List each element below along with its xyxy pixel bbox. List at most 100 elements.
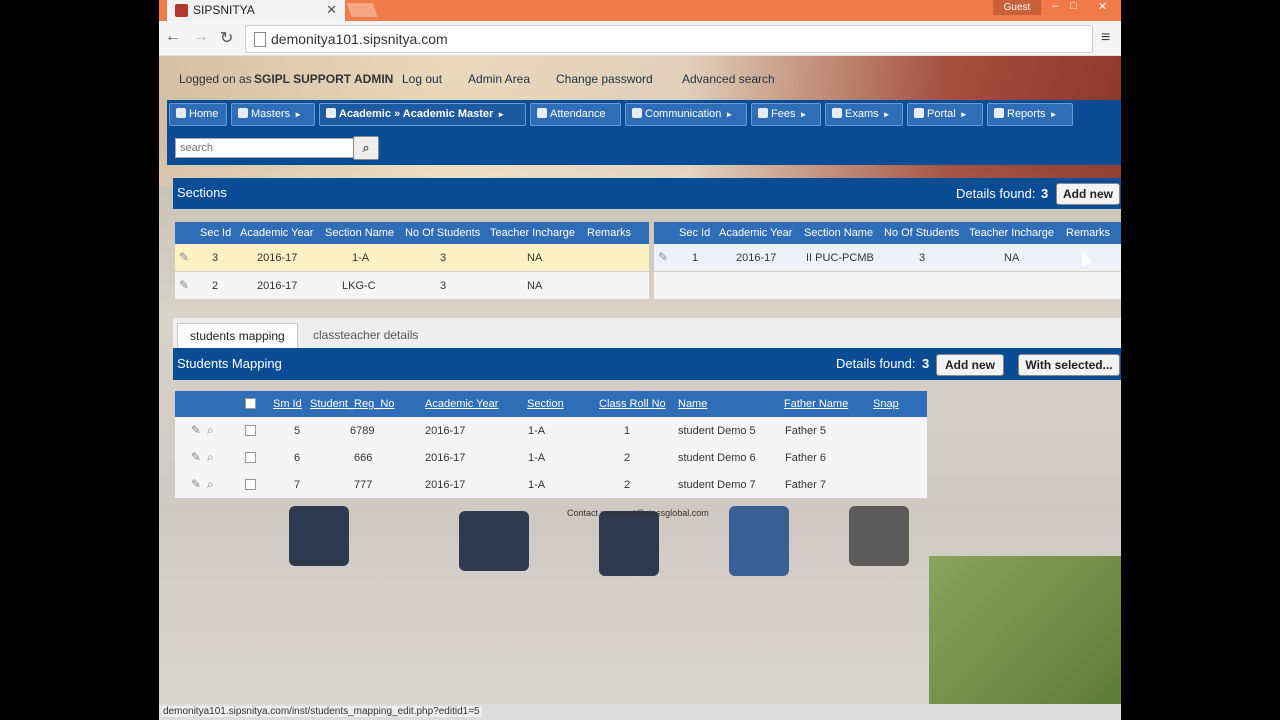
cell-teacher-incharge: NA [527,252,543,264]
col-remarks[interactable]: Remarks [587,227,631,239]
new-tab-button[interactable] [346,3,378,17]
table-row-empty [654,272,1121,299]
row-checkbox[interactable] [245,479,256,490]
view-magnifier-icon[interactable]: ⌕ [207,450,214,465]
cell-sm-id: 6 [294,452,301,464]
mapping-title: Students Mapping [177,356,282,371]
col-sec-id[interactable]: Sec Id [200,227,231,239]
col-remarks[interactable]: Remarks [1066,227,1110,239]
menu-item-portal[interactable]: Portal ► [907,103,983,126]
table-row[interactable]: ✎ 3 2016-17 1-A 3 NA [175,244,649,271]
select-all-checkbox[interactable] [245,398,256,409]
cell-section-name: 1-A [352,252,370,264]
cell-section-name: II PUC-PCMB [806,252,874,264]
col-section-name[interactable]: Section Name [325,227,394,239]
col-academic-year[interactable]: Academic Year [425,398,498,410]
mapping-add-new-button[interactable]: Add new [936,354,1004,376]
cell-student-reg-no: 6789 [350,425,375,437]
edit-pencil-icon[interactable]: ✎ [191,477,201,491]
edit-pencil-icon[interactable]: ✎ [191,423,201,437]
sections-add-new-button[interactable]: Add new [1056,183,1120,205]
search-input[interactable] [175,138,355,158]
exam-icon [832,108,842,118]
table-row[interactable]: ✎ ⌕ 7 777 2016-17 1-A 2 student Demo 7 F… [175,471,927,498]
col-academic-year[interactable]: Academic Year [240,227,313,239]
with-selected-button[interactable]: With selected... [1018,354,1120,376]
cell-father-name: Father 6 [785,452,826,464]
browser-menu-icon[interactable]: ≡ [1101,29,1110,47]
view-magnifier-icon[interactable]: ⌕ [207,423,214,438]
cell-father-name: Father 7 [785,479,826,491]
window-close-icon[interactable]: ✕ [1098,0,1107,13]
browser-toolbar: ← → ↻ demonitya101.sipsnitya.com ≡ [159,21,1121,56]
cell-no-of-students: 3 [440,280,447,292]
menu-item-fees[interactable]: Fees ► [751,103,821,126]
search-button[interactable]: ⌕ [353,136,379,160]
browser-tab[interactable]: SIPSNITYA ✕ [167,0,345,21]
menu-item-home[interactable]: Home [169,103,227,126]
edit-pencil-icon[interactable]: ✎ [658,250,668,264]
table-row[interactable]: ✎ ⌕ 6 666 2016-17 1-A 2 student Demo 6 F… [175,444,927,471]
calendar-icon [537,108,547,118]
col-name[interactable]: Name [678,398,707,410]
advanced-search-link[interactable]: Advanced search [682,72,775,86]
submenu-arrow-icon: ► [959,110,968,119]
reload-icon[interactable]: ↻ [220,28,233,48]
col-no-of-students[interactable]: No Of Students [884,227,959,239]
menu-label: Reports [1007,108,1046,120]
tab-classteacher-details[interactable]: classteacher details [301,323,430,347]
menu-item-attendance[interactable]: Attendance [530,103,621,126]
menu-item-masters[interactable]: Masters ► [231,103,315,126]
col-section[interactable]: Section [527,398,564,410]
col-teacher-incharge[interactable]: Teacher Incharge [969,227,1054,239]
menu-label: Academic » Academic Master [339,108,494,120]
sections-right-header: Sec Id Academic Year Section Name No Of … [654,222,1121,244]
col-academic-year[interactable]: Academic Year [719,227,792,239]
menu-item-academic[interactable]: Academic » Academic Master ► [319,103,526,126]
tab-students-mapping[interactable]: students mapping [177,323,298,348]
sections-title: Sections [177,185,227,200]
minimize-icon[interactable]: – [1052,0,1058,12]
menu-label: Attendance [550,108,606,120]
browser-statusbar: demonitya101.sipsnitya.com/inst/students… [159,704,1121,720]
admin-area-link[interactable]: Admin Area [468,72,530,86]
edit-pencil-icon[interactable]: ✎ [179,250,189,264]
logged-on-label: Logged on as [179,72,252,86]
logout-link[interactable]: Log out [402,72,442,86]
forward-arrow-icon[interactable]: → [193,28,209,46]
menu-item-exams[interactable]: Exams ► [825,103,903,126]
cell-name: student Demo 5 [678,425,756,437]
guest-profile-badge[interactable]: Guest [993,0,1041,15]
menu-item-reports[interactable]: Reports ► [987,103,1073,126]
phone-icon [632,108,642,118]
col-class-roll-no[interactable]: Class Roll No [599,398,666,410]
row-checkbox[interactable] [245,452,256,463]
maximize-icon[interactable]: □ [1070,0,1077,12]
col-sec-id[interactable]: Sec Id [679,227,710,239]
logged-user-name: SGIPL SUPPORT ADMIN [254,72,394,86]
row-checkbox[interactable] [245,425,256,436]
tab-close-icon[interactable]: ✕ [326,2,337,18]
sections-details-count: 3 [1041,186,1049,201]
table-row[interactable]: ✎ 2 2016-17 LKG-C 3 NA [175,272,649,299]
sections-details-label: Details found: [956,186,1036,201]
col-snap[interactable]: Snap [873,398,899,410]
col-no-of-students[interactable]: No Of Students [405,227,480,239]
background-figure [849,506,909,566]
col-section-name[interactable]: Section Name [804,227,873,239]
back-arrow-icon[interactable]: ← [165,28,181,46]
col-sm-id[interactable]: Sm Id [273,398,302,410]
col-father-name[interactable]: Father Name [784,398,848,410]
col-student-reg-no[interactable]: Student_Reg_No [310,398,394,410]
address-bar[interactable]: demonitya101.sipsnitya.com [245,25,1093,53]
edit-pencil-icon[interactable]: ✎ [191,450,201,464]
edit-pencil-icon[interactable]: ✎ [179,278,189,292]
view-magnifier-icon[interactable]: ⌕ [207,477,214,492]
col-teacher-incharge[interactable]: Teacher Incharge [490,227,575,239]
menu-item-communication[interactable]: Communication ► [625,103,747,126]
cell-father-name: Father 5 [785,425,826,437]
table-row[interactable]: ✎ 1 2016-17 II PUC-PCMB 3 NA [654,244,1121,271]
background-figure [599,511,659,576]
table-row[interactable]: ✎ ⌕ 5 6789 2016-17 1-A 1 student Demo 5 … [175,417,927,444]
change-password-link[interactable]: Change password [556,72,653,86]
